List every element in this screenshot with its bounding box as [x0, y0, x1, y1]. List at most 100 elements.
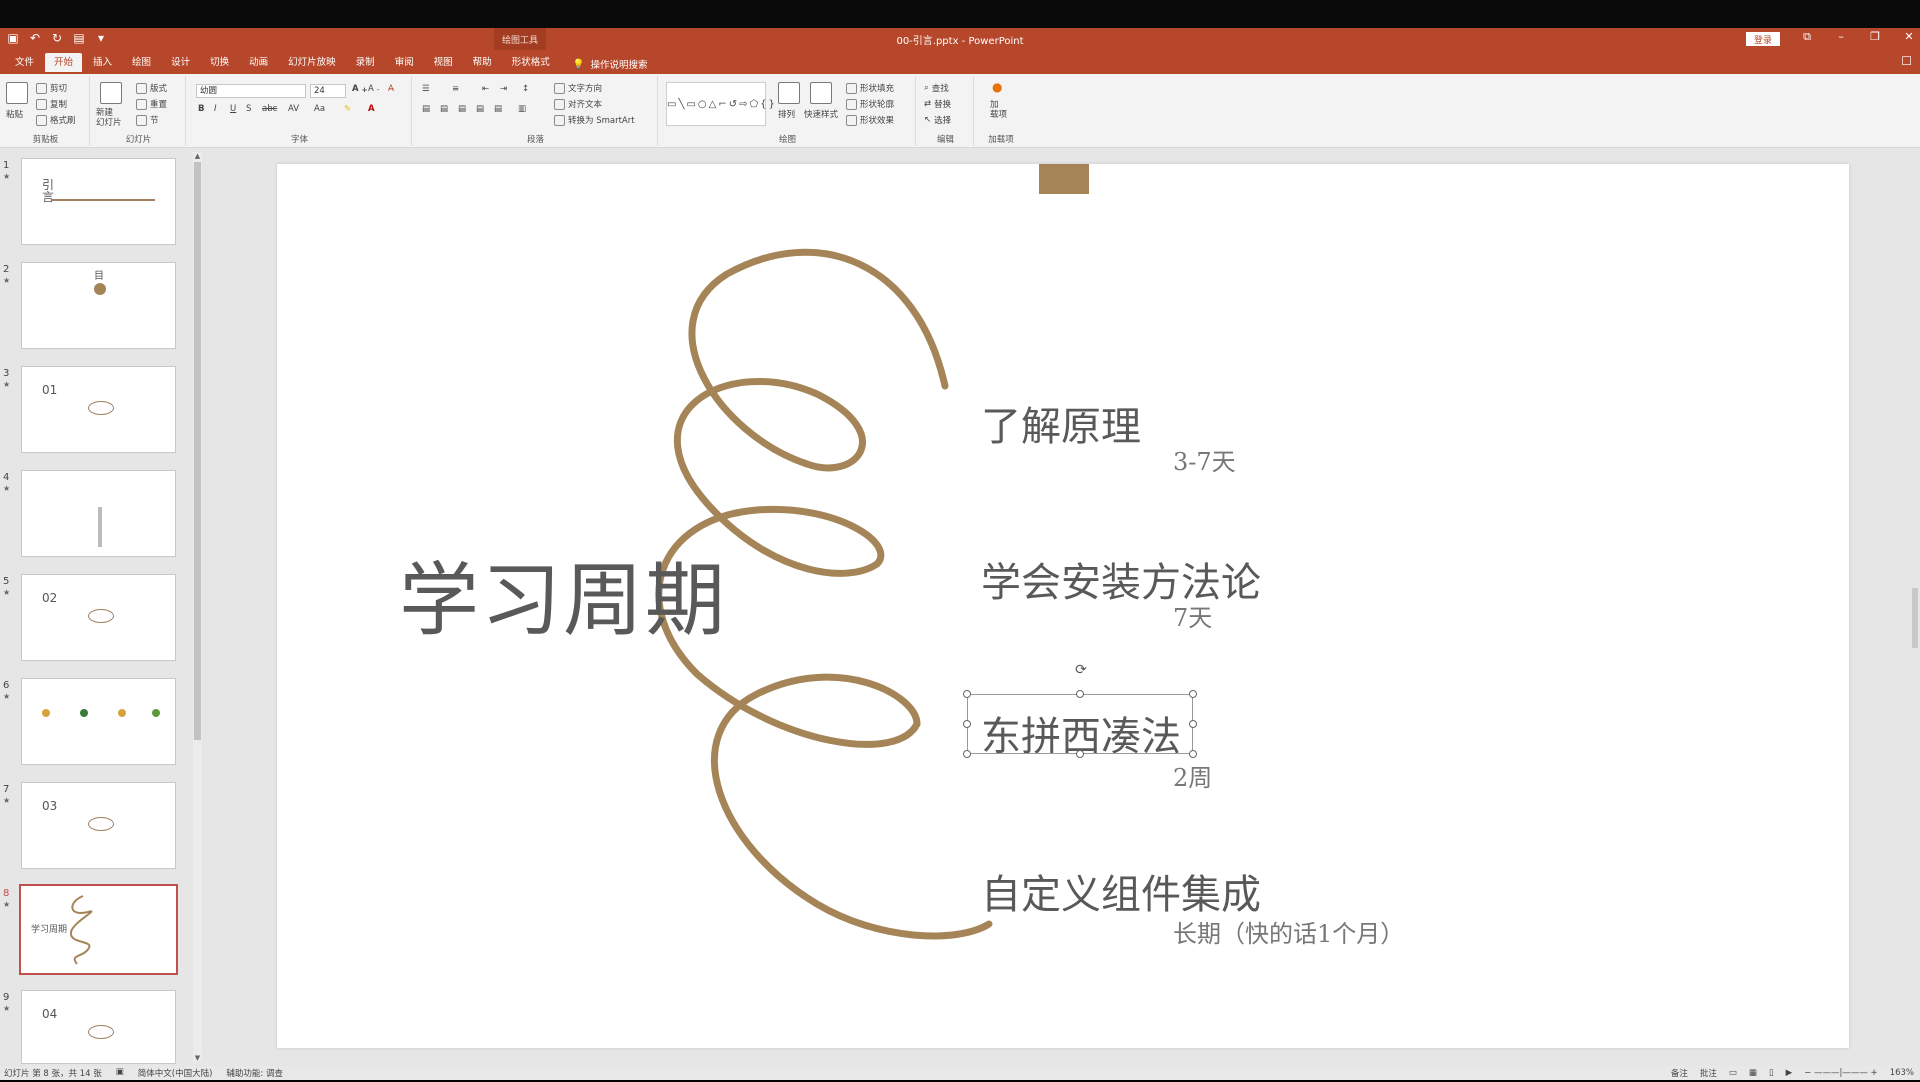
scroll-down-icon[interactable]: ▼ — [193, 1054, 202, 1062]
selection-box[interactable] — [967, 694, 1193, 754]
maximize-icon[interactable]: ❐ — [1868, 30, 1882, 44]
align-center-icon[interactable]: ▤ — [440, 104, 448, 114]
minimize-icon[interactable]: – — [1834, 30, 1848, 44]
tab-view[interactable]: 视图 — [425, 53, 462, 72]
tab-shape-format[interactable]: 形状格式 — [503, 53, 559, 72]
thumbnail-4[interactable]: 4 ★ — [0, 470, 190, 562]
new-slide-icon[interactable] — [100, 82, 122, 104]
shapes-gallery[interactable]: ▭╲▭○△⌐↺⇨⬠{} — [666, 82, 775, 126]
notes-button[interactable]: 备注 — [1671, 1067, 1688, 1079]
bold-icon[interactable]: B — [198, 104, 204, 114]
numbering-icon[interactable]: ≡ — [452, 84, 459, 94]
tab-record[interactable]: 录制 — [347, 53, 384, 72]
strikethrough-icon[interactable]: abc — [262, 104, 277, 114]
find-button[interactable]: ⌕ 查找 — [924, 82, 949, 94]
step-1-title[interactable]: 了解原理 — [981, 394, 1141, 452]
quick-styles-icon[interactable] — [810, 82, 832, 104]
font-size-input[interactable]: 24 — [310, 84, 346, 98]
highlight-icon[interactable]: ✎ — [344, 104, 351, 114]
text-direction-button[interactable]: 文字方向 — [554, 82, 602, 94]
thumbnail-2[interactable]: 2 ★ 目 — [0, 262, 190, 354]
arrange-label[interactable]: 排列 — [778, 108, 795, 120]
normal-view-icon[interactable]: ▭ — [1729, 1068, 1737, 1078]
tab-file[interactable]: 文件 — [6, 53, 43, 72]
new-slide-label[interactable]: 新建 幻灯片 — [96, 108, 122, 128]
spelling-icon[interactable]: ▣ — [116, 1067, 124, 1079]
replace-button[interactable]: ⇄ 替换 — [924, 98, 951, 110]
tab-insert[interactable]: 插入 — [84, 53, 121, 72]
slide-canvas[interactable]: 学习周期 了解原理 3-7天 学会安装方法论 7天 东拼西凑法 2周 自定义组件… — [277, 164, 1849, 1048]
addins-icon[interactable]: ● — [992, 80, 1002, 94]
thumbnail-1[interactable]: 1 ★ 引 言 — [0, 158, 190, 250]
paste-icon[interactable] — [6, 82, 28, 104]
rotate-handle-icon[interactable]: ⟳ — [1073, 662, 1089, 678]
comments-icon[interactable]: ☐ — [1901, 54, 1912, 68]
tab-animations[interactable]: 动画 — [240, 53, 277, 72]
font-grow-icon[interactable]: A + — [352, 84, 368, 94]
italic-icon[interactable]: I — [214, 104, 217, 114]
tell-me-search[interactable]: 💡 操作说明搜索 — [573, 53, 648, 72]
align-text-button[interactable]: 对齐文本 — [554, 98, 602, 110]
resize-handle-nw[interactable] — [963, 690, 971, 698]
tab-review[interactable]: 审阅 — [386, 53, 423, 72]
tab-draw[interactable]: 绘图 — [123, 53, 160, 72]
font-name-input[interactable]: 幼圆 — [196, 84, 306, 98]
section-button[interactable]: 节 — [136, 114, 159, 126]
step-4-sub[interactable]: 长期（快的话1个月） — [1173, 914, 1404, 949]
step-2-title[interactable]: 学会安装方法论 — [981, 550, 1261, 608]
resize-handle-s[interactable] — [1076, 750, 1084, 758]
resize-handle-sw[interactable] — [963, 750, 971, 758]
format-painter-button[interactable]: 格式刷 — [36, 114, 76, 126]
clear-format-icon[interactable]: A̶ — [388, 84, 394, 94]
thumbnail-3[interactable]: 3 ★ 01 — [0, 366, 190, 458]
accessibility-status[interactable]: 辅助功能: 调查 — [226, 1067, 283, 1079]
addins-label[interactable]: 加 载项 — [990, 100, 1007, 120]
reset-button[interactable]: 重置 — [136, 98, 167, 110]
font-color-icon[interactable]: A — [368, 104, 375, 114]
line-spacing-icon[interactable]: ↕ — [522, 84, 529, 94]
thumbnail-8[interactable]: 8 ★ 学习周期 — [0, 884, 190, 978]
step-2-sub[interactable]: 7天 — [1173, 598, 1212, 633]
slide-sorter-icon[interactable]: ▦ — [1749, 1068, 1757, 1078]
comments-button[interactable]: 批注 — [1700, 1067, 1717, 1079]
ribbon-display-icon[interactable]: ⧉ — [1800, 30, 1814, 44]
scrollbar-thumb[interactable] — [194, 162, 201, 740]
resize-handle-w[interactable] — [963, 720, 971, 728]
decrease-indent-icon[interactable]: ⇤ — [482, 84, 489, 94]
distribute-icon[interactable]: ▤ — [494, 104, 502, 114]
tab-design[interactable]: 设计 — [162, 53, 199, 72]
convert-smartart-button[interactable]: 转换为 SmartArt — [554, 114, 635, 126]
slide-main-title[interactable]: 学习周期 — [399, 536, 727, 652]
close-icon[interactable]: ✕ — [1902, 30, 1916, 44]
shape-outline-button[interactable]: 形状轮廓 — [846, 98, 894, 110]
zoom-slider[interactable]: − ———|——— + — [1804, 1068, 1878, 1078]
increase-indent-icon[interactable]: ⇥ — [500, 84, 507, 94]
shape-effects-button[interactable]: 形状效果 — [846, 114, 894, 126]
reading-view-icon[interactable]: ▯ — [1769, 1068, 1774, 1078]
scroll-up-icon[interactable]: ▲ — [193, 152, 202, 160]
copy-button[interactable]: 复制 — [36, 98, 67, 110]
slideshow-view-icon[interactable]: ▶ — [1786, 1068, 1793, 1078]
resize-handle-e[interactable] — [1189, 720, 1197, 728]
quick-styles-label[interactable]: 快速样式 — [804, 108, 838, 120]
columns-icon[interactable]: ▥ — [518, 104, 526, 114]
step-3-sub[interactable]: 2周 — [1173, 758, 1212, 793]
tab-help[interactable]: 帮助 — [464, 53, 501, 72]
tab-home[interactable]: 开始 — [45, 53, 83, 72]
zoom-level[interactable]: 163% — [1890, 1068, 1914, 1078]
resize-handle-n[interactable] — [1076, 690, 1084, 698]
shape-fill-button[interactable]: 形状填充 — [846, 82, 894, 94]
align-left-icon[interactable]: ▤ — [422, 104, 430, 114]
tab-transitions[interactable]: 切换 — [201, 53, 238, 72]
arrange-icon[interactable] — [778, 82, 800, 104]
thumbnails-scrollbar[interactable]: ▲ ▼ — [193, 152, 202, 1062]
tab-slideshow[interactable]: 幻灯片放映 — [279, 53, 345, 72]
step-4-title[interactable]: 自定义组件集成 — [981, 862, 1261, 920]
align-right-icon[interactable]: ▤ — [458, 104, 466, 114]
paste-label[interactable]: 粘贴 — [6, 108, 23, 120]
resize-handle-ne[interactable] — [1189, 690, 1197, 698]
layout-button[interactable]: 版式 — [136, 82, 167, 94]
char-spacing-icon[interactable]: AV — [288, 104, 299, 114]
thumbnail-6[interactable]: 6 ★ — [0, 678, 190, 770]
change-case-icon[interactable]: Aa — [314, 104, 325, 114]
